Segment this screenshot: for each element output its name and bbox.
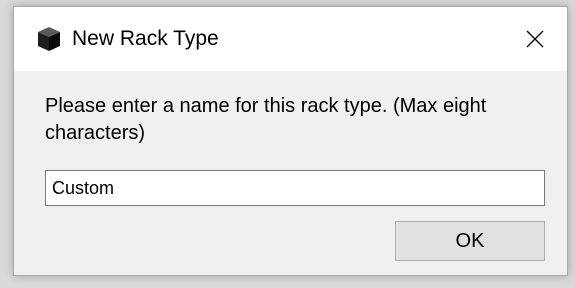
title-bar[interactable]: New Rack Type: [14, 7, 567, 71]
cube-icon: [37, 26, 61, 52]
ok-button[interactable]: OK: [395, 221, 545, 261]
new-rack-type-dialog: New Rack Type Please enter a name for th…: [13, 6, 568, 276]
close-icon: [526, 30, 544, 48]
dialog-title: New Rack Type: [72, 27, 219, 50]
rack-type-name-input[interactable]: [45, 170, 545, 206]
prompt-message: Please enter a name for this rack type. …: [45, 95, 487, 144]
close-button[interactable]: [503, 7, 567, 71]
